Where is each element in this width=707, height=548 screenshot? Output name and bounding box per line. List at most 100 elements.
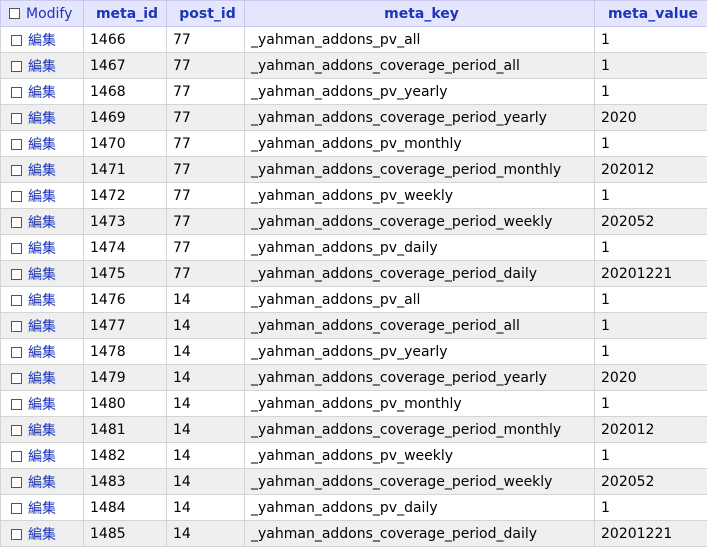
meta-id-cell: 1474 [83, 234, 167, 261]
row-checkbox[interactable] [11, 34, 22, 46]
edit-link[interactable]: 編集 [28, 85, 56, 101]
edit-link[interactable]: 編集 [28, 241, 56, 257]
edit-link[interactable]: 編集 [28, 59, 56, 75]
row-checkbox[interactable] [11, 164, 22, 176]
row-checkbox[interactable] [11, 528, 22, 540]
edit-link[interactable]: 編集 [28, 163, 56, 179]
row-checkbox[interactable] [11, 190, 22, 202]
meta-key-cell: _yahman_addons_coverage_period_daily [244, 260, 595, 287]
meta-value-cell: 20201221 [594, 520, 707, 547]
edit-link[interactable]: 編集 [28, 501, 56, 517]
edit-link[interactable]: 編集 [28, 475, 56, 491]
edit-link[interactable]: 編集 [28, 397, 56, 413]
meta-id-cell: 1470 [83, 130, 167, 157]
meta-key-cell: _yahman_addons_pv_weekly [244, 442, 595, 469]
meta-value-cell: 1 [594, 338, 707, 365]
meta-key-cell: _yahman_addons_pv_all [244, 286, 595, 313]
meta-key-cell: _yahman_addons_pv_monthly [244, 390, 595, 417]
edit-link[interactable]: 編集 [28, 345, 56, 361]
post-id-cell: 77 [166, 182, 245, 209]
table-header: Modify meta_id post_id meta_key meta_val… [0, 0, 707, 27]
meta-value-cell: 1 [594, 312, 707, 339]
edit-link[interactable]: 編集 [28, 527, 56, 543]
meta-value-cell: 1 [594, 52, 707, 79]
row-modify-cell: 編集 [0, 520, 84, 547]
edit-link[interactable]: 編集 [28, 449, 56, 465]
row-checkbox[interactable] [11, 502, 22, 514]
row-checkbox[interactable] [11, 320, 22, 332]
meta-id-cell: 1475 [83, 260, 167, 287]
row-checkbox[interactable] [11, 216, 22, 228]
meta-value-cell: 1 [594, 78, 707, 105]
table-row: 編集 1477 14 _yahman_addons_coverage_period_a… [0, 312, 707, 339]
table-row: 編集 1473 77 _yahman_addons_coverage_period_w… [0, 208, 707, 235]
post-id-cell: 14 [166, 312, 245, 339]
modify-header[interactable]: Modify [0, 0, 84, 27]
column-header-post-id[interactable]: post_id [166, 0, 245, 27]
meta-key-cell: _yahman_addons_pv_daily [244, 234, 595, 261]
edit-link[interactable]: 編集 [28, 371, 56, 387]
row-checkbox[interactable] [11, 450, 22, 462]
meta-id-cell: 1482 [83, 442, 167, 469]
row-checkbox[interactable] [11, 424, 22, 436]
post-id-cell: 14 [166, 364, 245, 391]
edit-link[interactable]: 編集 [28, 189, 56, 205]
row-checkbox[interactable] [11, 476, 22, 488]
edit-link[interactable]: 編集 [28, 319, 56, 335]
edit-link[interactable]: 編集 [28, 33, 56, 49]
row-modify-cell: 編集 [0, 52, 84, 79]
row-checkbox[interactable] [11, 112, 22, 124]
edit-link[interactable]: 編集 [28, 293, 56, 309]
meta-value-cell: 1 [594, 26, 707, 53]
meta-value-cell: 202052 [594, 468, 707, 495]
row-modify-cell: 編集 [0, 338, 84, 365]
meta-value-cell: 1 [594, 442, 707, 469]
post-id-cell: 77 [166, 104, 245, 131]
post-id-cell: 77 [166, 52, 245, 79]
post-id-cell: 14 [166, 494, 245, 521]
row-checkbox[interactable] [11, 398, 22, 410]
row-checkbox[interactable] [11, 60, 22, 72]
row-checkbox[interactable] [11, 372, 22, 384]
meta-id-cell: 1476 [83, 286, 167, 313]
row-checkbox[interactable] [11, 138, 22, 150]
row-modify-cell: 編集 [0, 468, 84, 495]
postmeta-table: Modify meta_id post_id meta_key meta_val… [0, 0, 707, 547]
meta-value-cell: 20201221 [594, 260, 707, 287]
column-header-meta-id[interactable]: meta_id [83, 0, 167, 27]
meta-key-cell: _yahman_addons_coverage_period_all [244, 52, 595, 79]
header-row: Modify meta_id post_id meta_key meta_val… [0, 0, 707, 27]
edit-link[interactable]: 編集 [28, 137, 56, 153]
table-row: 編集 1484 14 _yahman_addons_pv_daily 1 [0, 494, 707, 521]
select-all-checkbox[interactable] [9, 7, 20, 19]
post-id-cell: 14 [166, 468, 245, 495]
row-modify-cell: 編集 [0, 390, 84, 417]
meta-value-cell: 2020 [594, 364, 707, 391]
edit-link[interactable]: 編集 [28, 423, 56, 439]
edit-link[interactable]: 編集 [28, 111, 56, 127]
table-row: 編集 1482 14 _yahman_addons_pv_weekly 1 [0, 442, 707, 469]
edit-link[interactable]: 編集 [28, 215, 56, 231]
modify-label[interactable]: Modify [26, 6, 72, 22]
meta-id-cell: 1477 [83, 312, 167, 339]
row-modify-cell: 編集 [0, 130, 84, 157]
meta-value-cell: 2020 [594, 104, 707, 131]
table-row: 編集 1469 77 _yahman_addons_coverage_period_y… [0, 104, 707, 131]
column-header-meta-value[interactable]: meta_value [594, 0, 707, 27]
meta-key-cell: _yahman_addons_pv_daily [244, 494, 595, 521]
row-checkbox[interactable] [11, 346, 22, 358]
post-id-cell: 14 [166, 390, 245, 417]
row-checkbox[interactable] [11, 294, 22, 306]
row-checkbox[interactable] [11, 86, 22, 98]
post-id-cell: 14 [166, 338, 245, 365]
meta-value-cell: 202012 [594, 416, 707, 443]
table-row: 編集 1468 77 _yahman_addons_pv_yearly 1 [0, 78, 707, 105]
meta-key-cell: _yahman_addons_coverage_period_weekly [244, 208, 595, 235]
meta-key-cell: _yahman_addons_coverage_period_yearly [244, 104, 595, 131]
column-header-meta-key[interactable]: meta_key [244, 0, 595, 27]
row-checkbox[interactable] [11, 268, 22, 280]
row-checkbox[interactable] [11, 242, 22, 254]
edit-link[interactable]: 編集 [28, 267, 56, 283]
meta-value-cell: 1 [594, 234, 707, 261]
table-row: 編集 1479 14 _yahman_addons_coverage_period_y… [0, 364, 707, 391]
